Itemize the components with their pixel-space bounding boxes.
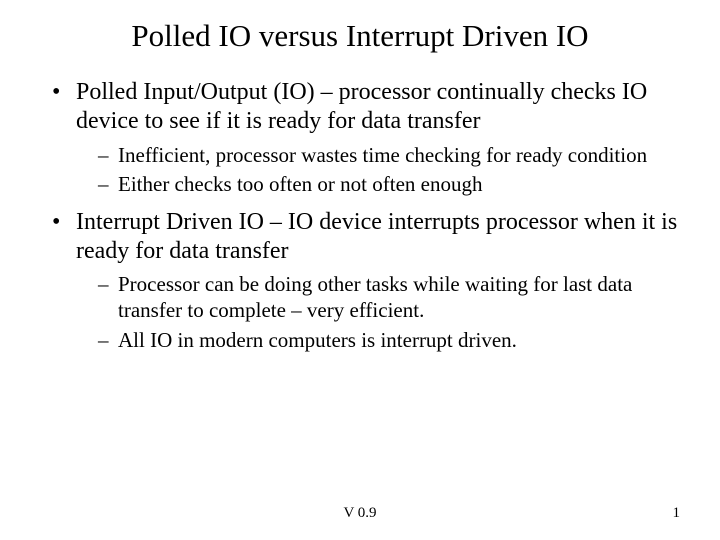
sub-bullet-item: Inefficient, processor wastes time check… (98, 143, 680, 169)
footer-page-number: 1 (673, 505, 681, 522)
bullet-text: Interrupt Driven IO – IO device interrup… (76, 209, 677, 264)
bullet-item: Interrupt Driven IO – IO device interrup… (48, 208, 680, 353)
slide: Polled IO versus Interrupt Driven IO Pol… (0, 0, 720, 540)
sub-bullet-list: Inefficient, processor wastes time check… (98, 143, 680, 198)
bullet-item: Polled Input/Output (IO) – processor con… (48, 78, 680, 198)
bullet-list: Polled Input/Output (IO) – processor con… (48, 78, 680, 353)
sub-bullet-list: Processor can be doing other tasks while… (98, 272, 680, 353)
sub-bullet-item: Either checks too often or not often eno… (98, 172, 680, 198)
sub-bullet-item: All IO in modern computers is interrupt … (98, 328, 680, 354)
sub-bullet-item: Processor can be doing other tasks while… (98, 272, 680, 323)
footer-version: V 0.9 (0, 505, 720, 522)
slide-title: Polled IO versus Interrupt Driven IO (40, 18, 680, 54)
bullet-text: Polled Input/Output (IO) – processor con… (76, 79, 647, 134)
